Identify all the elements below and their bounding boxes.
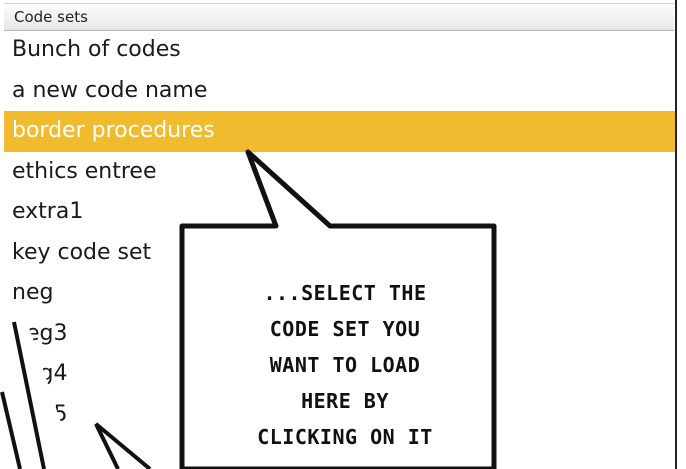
callout-line: ...SELECT THE — [263, 281, 427, 305]
callout-line: CLICKING ON IT — [257, 425, 433, 449]
lower-tail-inner — [68, 420, 150, 469]
callout-line: CODE SET YOU — [269, 317, 421, 341]
callout-line: HERE BY — [301, 389, 389, 413]
callout-line: WANT TO LOAD — [269, 353, 421, 377]
callout-text: ...SELECT THE CODE SET YOU WANT TO LOAD … — [200, 275, 490, 455]
